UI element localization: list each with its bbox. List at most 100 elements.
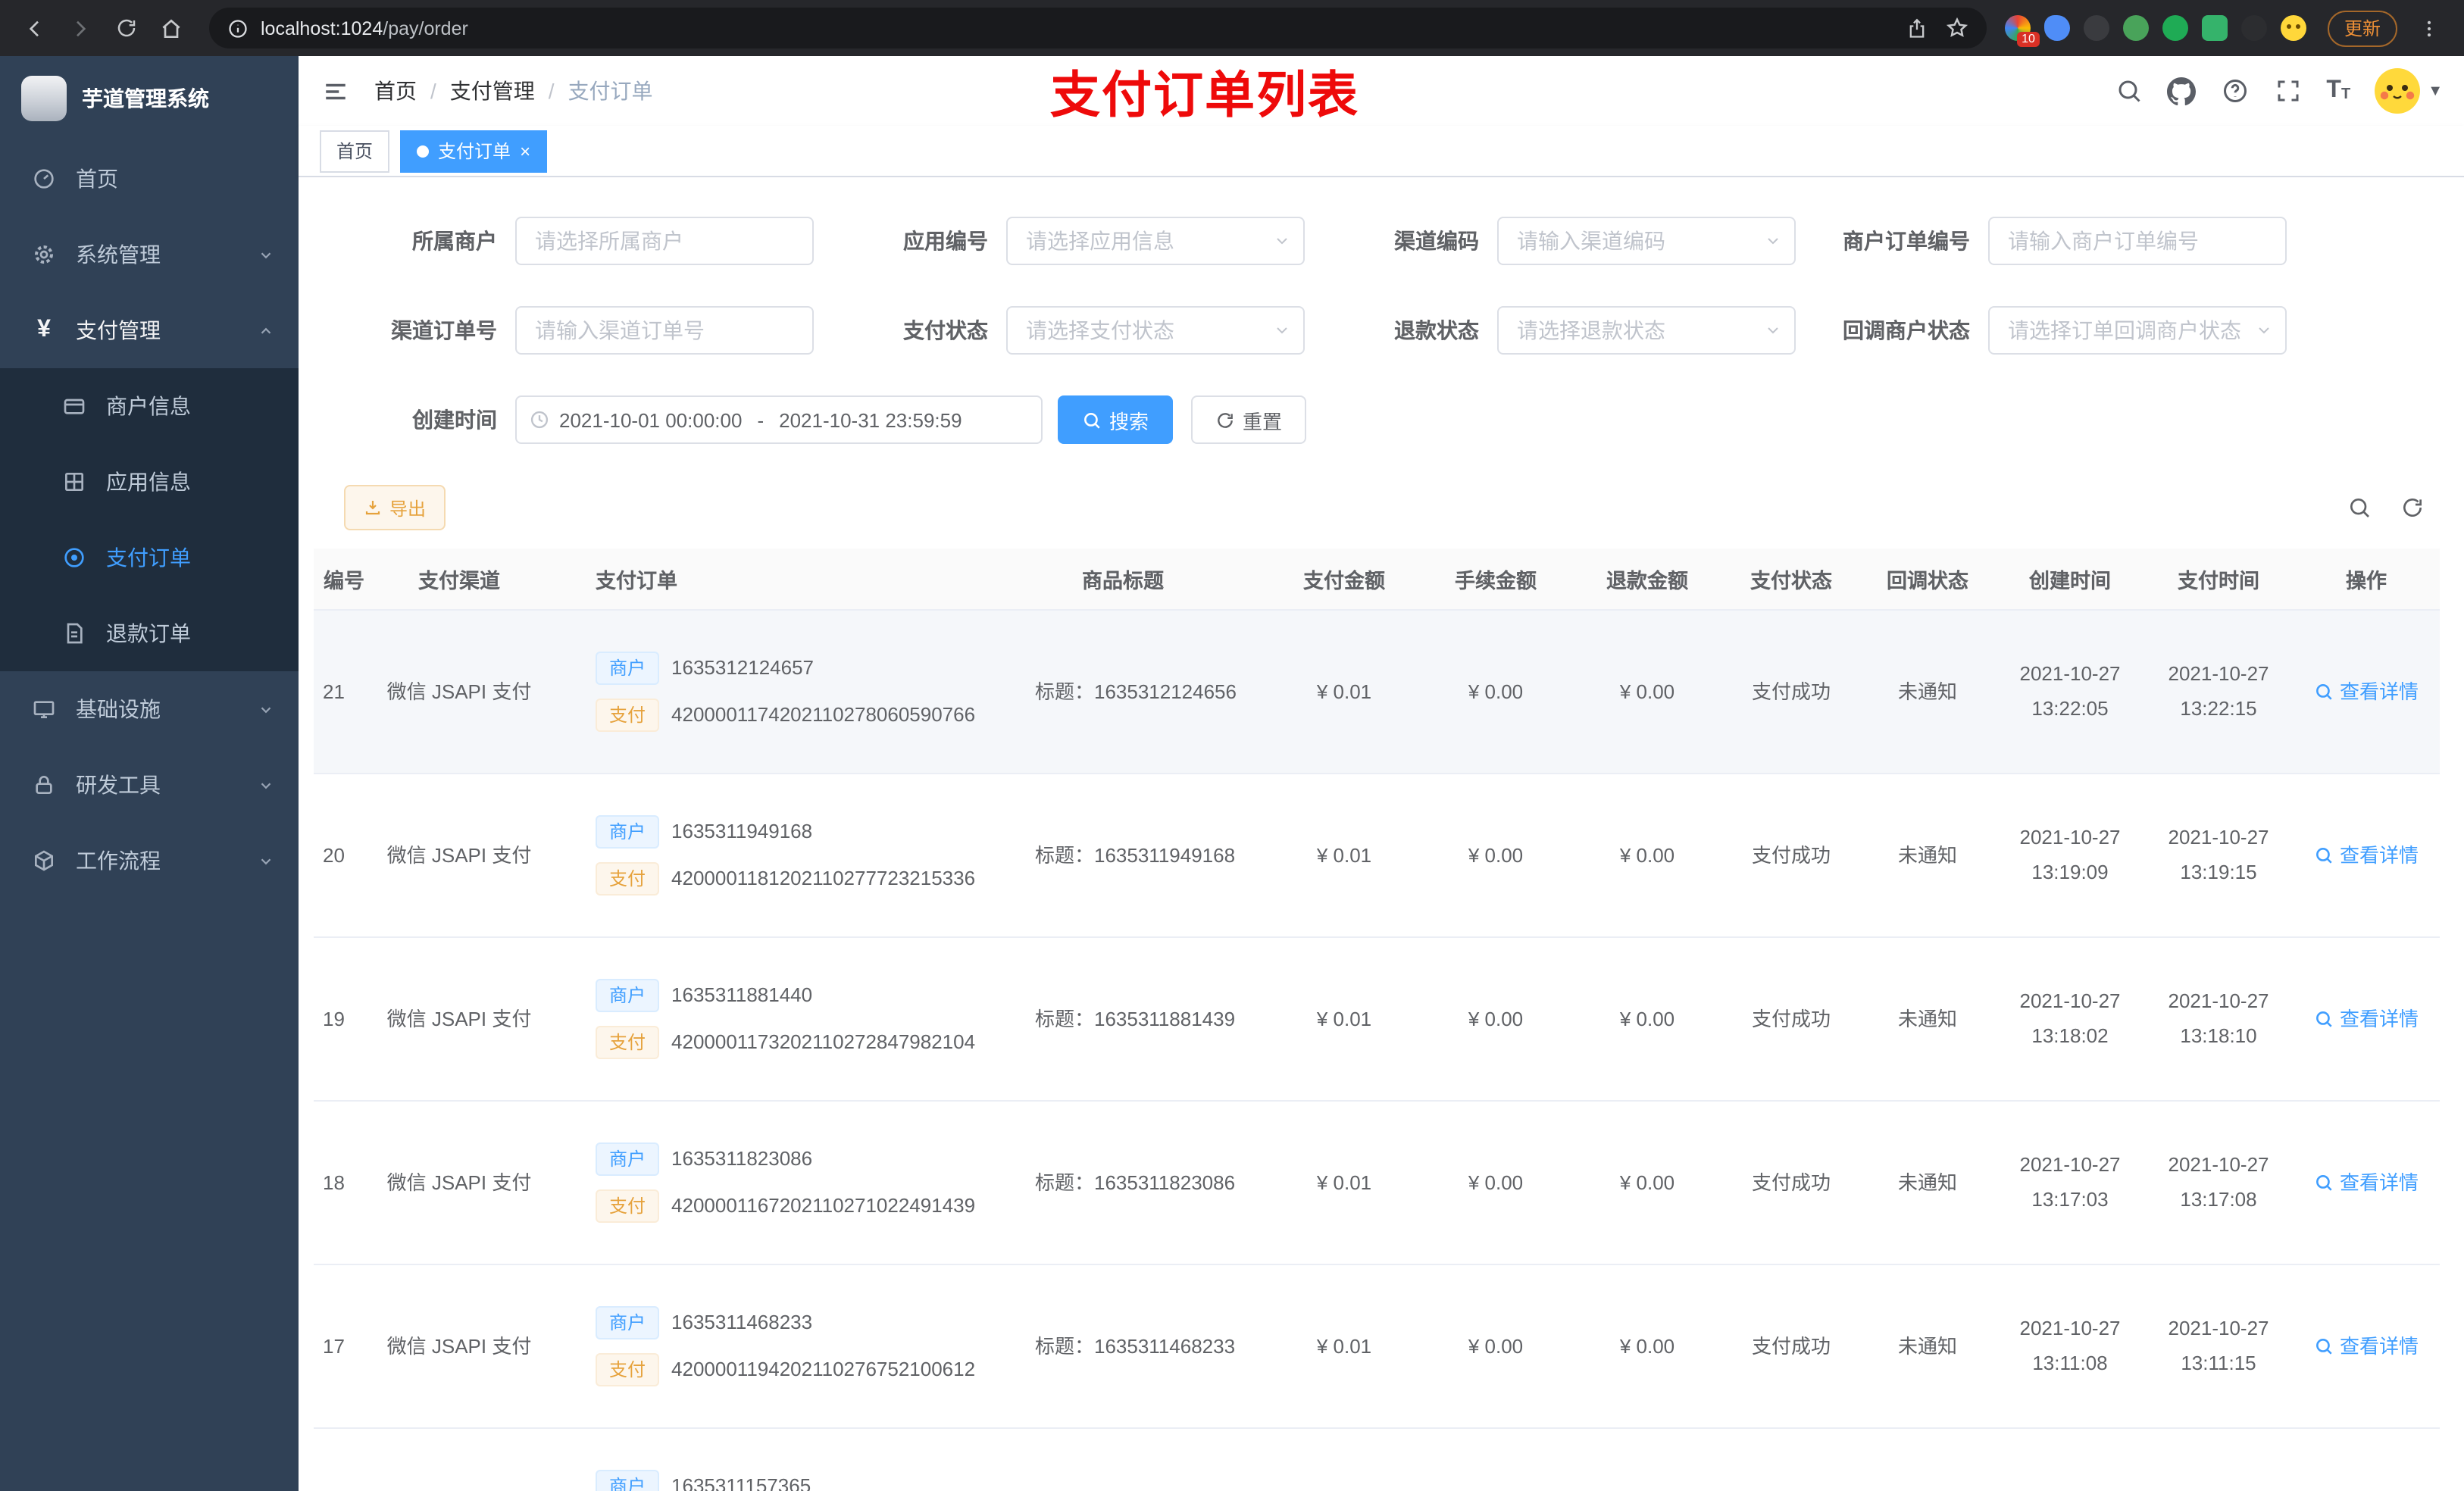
pay-time: 2021-10-27 13:19:15 bbox=[2168, 825, 2269, 883]
pay-channel bbox=[374, 1429, 544, 1491]
font-size-icon[interactable]: TT bbox=[2326, 78, 2350, 103]
browser-back-button[interactable] bbox=[15, 8, 55, 48]
active-tab-dot bbox=[417, 145, 430, 157]
bookmark-star-icon[interactable] bbox=[1946, 17, 1968, 39]
sidebar-item-workflow[interactable]: 工作流程 bbox=[0, 823, 299, 899]
sidebar-item-refund-order[interactable]: 退款订单 bbox=[0, 595, 299, 671]
github-icon[interactable] bbox=[2167, 77, 2197, 105]
cube-icon bbox=[30, 847, 58, 874]
sidebar-item-app-info[interactable]: 应用信息 bbox=[0, 444, 299, 520]
user-avatar[interactable]: ▼ bbox=[2375, 68, 2443, 114]
avatar-caret-icon: ▼ bbox=[2428, 83, 2443, 99]
notify-status: 未通知 bbox=[1897, 680, 1957, 703]
refund-status-select[interactable] bbox=[1497, 306, 1796, 355]
browser-chrome: localhost:1024/pay/order 10 更新 bbox=[0, 0, 2464, 56]
fee-amount: ¥ 0.00 bbox=[1468, 843, 1524, 867]
logo-avatar bbox=[21, 76, 67, 121]
create-time-range-picker[interactable]: 2021-10-01 00:00:00 - 2021-10-31 23:59:5… bbox=[515, 395, 1043, 444]
browser-forward-button[interactable] bbox=[61, 8, 100, 48]
pay-amount: ¥ 0.01 bbox=[1316, 680, 1372, 703]
address-bar[interactable]: localhost:1024/pay/order bbox=[209, 8, 1987, 48]
fullscreen-icon[interactable] bbox=[2273, 77, 2302, 105]
view-detail-link[interactable]: 查看详情 bbox=[2314, 677, 2419, 707]
magnifier-icon bbox=[2314, 846, 2334, 865]
extension-icon[interactable]: 10 bbox=[2004, 15, 2040, 47]
breadcrumb-home[interactable]: 首页 bbox=[374, 76, 417, 106]
grid-icon bbox=[61, 468, 88, 495]
filter-label: 退款状态 bbox=[1394, 318, 1479, 342]
filter-label: 创建时间 bbox=[412, 408, 497, 432]
help-icon[interactable] bbox=[2220, 77, 2249, 105]
site-info-icon[interactable] bbox=[227, 17, 249, 39]
product-title: 标题：1635311823086 bbox=[1035, 1171, 1236, 1194]
extension-icon[interactable] bbox=[2280, 15, 2306, 41]
table-body: 21 微信 JSAPI 支付 商户 1635312124657 支付 42000… bbox=[314, 611, 2440, 1491]
app-no-select[interactable] bbox=[1006, 217, 1305, 265]
sidebar-item-system[interactable]: 系统管理 bbox=[0, 217, 299, 292]
tab-home[interactable]: 首页 bbox=[320, 130, 390, 172]
refund-amount: ¥ 0.00 bbox=[1619, 1007, 1675, 1030]
browser-home-button[interactable] bbox=[152, 8, 191, 48]
table-row: 17 微信 JSAPI 支付 商户 1635311468233 支付 42000… bbox=[314, 1265, 2440, 1429]
channel-order-no-input[interactable] bbox=[515, 306, 814, 355]
create-time bbox=[1996, 1429, 2144, 1491]
sidebar-item-pay-order[interactable]: 支付订单 bbox=[0, 520, 299, 595]
order-id: 18 bbox=[323, 1171, 345, 1194]
toggle-search-icon[interactable] bbox=[2346, 495, 2372, 520]
notify-status: 未通知 bbox=[1897, 1171, 1957, 1194]
sidebar-toggle-icon[interactable] bbox=[320, 77, 350, 105]
reset-button[interactable]: 重置 bbox=[1191, 395, 1307, 444]
view-detail-link[interactable]: 查看详情 bbox=[2314, 841, 2419, 871]
pay-order-cell: 商户 1635311157365 支付 bbox=[544, 1429, 977, 1491]
browser-reload-button[interactable] bbox=[106, 8, 145, 48]
sidebar-item-home[interactable]: 首页 bbox=[0, 141, 299, 217]
sidebar-item-dev-tools[interactable]: 研发工具 bbox=[0, 747, 299, 823]
merchant-tag: 商户 bbox=[596, 1142, 660, 1176]
search-button[interactable]: 搜索 bbox=[1058, 395, 1174, 444]
date-end: 2021-10-31 23:59:59 bbox=[779, 408, 962, 431]
date-start: 2021-10-01 00:00:00 bbox=[559, 408, 743, 431]
extension-icon[interactable] bbox=[2240, 15, 2267, 41]
browser-menu-icon[interactable] bbox=[2409, 8, 2449, 48]
table-row: 21 微信 JSAPI 支付 商户 1635312124657 支付 42000… bbox=[314, 611, 2440, 774]
merchant-order-no-input[interactable] bbox=[1988, 217, 2287, 265]
extension-icon[interactable] bbox=[2043, 15, 2070, 41]
extension-icon[interactable] bbox=[2162, 15, 2188, 41]
notify-status-select[interactable] bbox=[1988, 306, 2287, 355]
export-button[interactable]: 导出 bbox=[344, 485, 446, 530]
dashboard-icon bbox=[30, 165, 58, 192]
breadcrumb-parent[interactable]: 支付管理 bbox=[450, 76, 535, 106]
refund-amount: ¥ 0.00 bbox=[1619, 1334, 1675, 1358]
view-detail-link[interactable]: 查看详情 bbox=[2314, 1005, 2419, 1034]
view-detail-link[interactable]: 查看详情 bbox=[2314, 1332, 2419, 1361]
close-tab-icon[interactable]: × bbox=[520, 142, 530, 160]
extension-icon[interactable] bbox=[2201, 15, 2228, 41]
chevron-down-icon bbox=[2255, 321, 2273, 339]
refresh-table-icon[interactable] bbox=[2399, 495, 2425, 520]
sidebar-item-infra[interactable]: 基础设施 bbox=[0, 671, 299, 747]
gear-icon bbox=[30, 241, 58, 268]
extension-icon[interactable] bbox=[2083, 15, 2109, 41]
merchant-order-no: 1635311468233 bbox=[671, 1311, 813, 1334]
sidebar-item-merchant-info[interactable]: 商户信息 bbox=[0, 368, 299, 444]
search-icon[interactable] bbox=[2114, 77, 2143, 105]
breadcrumb-current: 支付订单 bbox=[568, 79, 653, 103]
merchant-select[interactable] bbox=[515, 217, 814, 265]
tab-pay-order[interactable]: 支付订单 × bbox=[400, 130, 548, 172]
channel-pay-no: 4200001174202110278060590766 bbox=[671, 703, 976, 727]
pay-tag: 支付 bbox=[596, 699, 660, 732]
fee-amount: ¥ 0.00 bbox=[1468, 1171, 1524, 1194]
order-id bbox=[314, 1429, 374, 1491]
extension-icon[interactable] bbox=[2122, 15, 2149, 41]
sidebar-item-pay[interactable]: ¥ 支付管理 bbox=[0, 292, 299, 368]
share-icon[interactable] bbox=[1906, 17, 1928, 39]
pay-order-cell: 商户 1635312124657 支付 42000011742021102780… bbox=[544, 611, 977, 773]
pay-status-select[interactable] bbox=[1006, 306, 1305, 355]
search-icon bbox=[1082, 410, 1102, 430]
channel-code-select[interactable] bbox=[1497, 217, 1796, 265]
view-detail-link[interactable]: 查看详情 bbox=[2314, 1168, 2419, 1198]
pay-amount: ¥ 0.01 bbox=[1316, 1334, 1372, 1358]
order-id: 19 bbox=[323, 1007, 345, 1030]
url-text: localhost:1024/pay/order bbox=[261, 17, 468, 39]
browser-update-button[interactable]: 更新 bbox=[2327, 10, 2397, 46]
